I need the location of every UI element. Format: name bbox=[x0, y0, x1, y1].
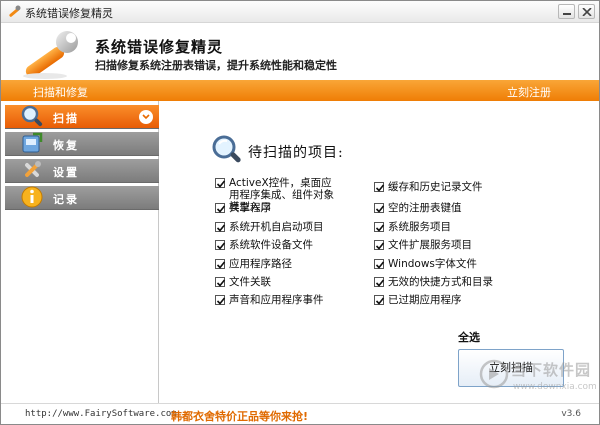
restore-icon bbox=[22, 132, 43, 153]
sidebar-item-scan[interactable]: 扫描 bbox=[5, 105, 159, 129]
checkbox-box[interactable] bbox=[374, 203, 385, 213]
checkbox-box[interactable] bbox=[215, 222, 226, 232]
app-subtitle: 扫描修复系统注册表错误，提升系统性能和稳定性 bbox=[95, 59, 337, 72]
sidebar-item-settings[interactable]: 设置 bbox=[5, 159, 159, 183]
checkbox-box[interactable] bbox=[215, 259, 226, 269]
wrench-logo-icon bbox=[23, 31, 78, 79]
sidebar-item-restore[interactable]: 恢复 bbox=[5, 132, 159, 156]
section-label: 扫描和修复 bbox=[33, 86, 88, 99]
minimize-icon bbox=[563, 13, 571, 15]
promo-link[interactable]: 韩都衣舍特价正品等你来抢! bbox=[171, 408, 308, 424]
app-wrench-icon bbox=[9, 5, 21, 17]
magnifier-icon bbox=[21, 105, 43, 127]
version-label: v3.6 bbox=[561, 409, 581, 419]
checkbox-label: 声音和应用程序事件 bbox=[229, 294, 324, 306]
checkbox-box[interactable] bbox=[215, 203, 226, 213]
website-link[interactable]: http://www.FairySoftware.com bbox=[25, 409, 177, 419]
close-button[interactable] bbox=[578, 4, 595, 19]
checkbox-label: 文件扩展服务项目 bbox=[388, 239, 472, 251]
checkbox-label: 缓存和历史记录文件 bbox=[388, 181, 483, 193]
sidebar-item-label: 记录 bbox=[53, 193, 79, 206]
checkbox-box[interactable] bbox=[215, 277, 226, 287]
checkbox-label: 已过期应用程序 bbox=[388, 294, 462, 306]
checkbox-box[interactable] bbox=[374, 277, 385, 287]
sidebar-item-label: 设置 bbox=[53, 166, 79, 179]
sidebar-item-label: 扫描 bbox=[53, 112, 79, 125]
section-bar: 扫描和修复 立刻注册 bbox=[1, 80, 599, 101]
sidebar: 扫描 恢复 设置 记录 bbox=[1, 101, 159, 403]
checkbox-box[interactable] bbox=[374, 240, 385, 250]
window-title: 系统错误修复精灵 bbox=[25, 7, 113, 20]
register-link[interactable]: 立刻注册 bbox=[507, 84, 551, 100]
checkbox-box[interactable] bbox=[374, 222, 385, 232]
watermark: 当下软件园 www.downxia.com bbox=[475, 355, 597, 403]
checkbox-label: 系统软件设备文件 bbox=[229, 239, 313, 251]
checkbox-box[interactable] bbox=[215, 295, 226, 305]
checkbox-label: 共享程序 bbox=[229, 202, 271, 214]
checkbox-box[interactable] bbox=[215, 240, 226, 250]
chevron-down-icon bbox=[139, 110, 153, 124]
sidebar-item-label: 恢复 bbox=[53, 139, 79, 152]
tools-icon bbox=[25, 161, 41, 177]
checkbox-label: 应用程序路径 bbox=[229, 258, 292, 270]
watermark-logo-icon bbox=[479, 359, 509, 389]
watermark-text: 当下软件园 bbox=[511, 361, 592, 379]
magnifier-icon bbox=[212, 135, 241, 163]
app-name: 系统错误修复精灵 bbox=[95, 38, 224, 56]
checkbox-box[interactable] bbox=[374, 295, 385, 305]
title-bar[interactable]: 系统错误修复精灵 bbox=[1, 1, 599, 23]
checkbox-label: Windows字体文件 bbox=[388, 258, 477, 270]
watermark-url: www.downxia.com bbox=[513, 382, 597, 392]
app-window: 系统错误修复精灵 系统错误修复精灵 扫描修复系统注册表错误，提升系统性能和稳定性… bbox=[0, 0, 600, 425]
app-header: 系统错误修复精灵 扫描修复系统注册表错误，提升系统性能和稳定性 bbox=[1, 24, 599, 80]
info-icon bbox=[21, 186, 43, 208]
status-footer: http://www.FairySoftware.com 韩都衣舍特价正品等你来… bbox=[1, 403, 599, 424]
checkbox-label: 文件关联 bbox=[229, 276, 271, 288]
sidebar-item-log[interactable]: 记录 bbox=[5, 186, 159, 210]
pending-title: 待扫描的项目: bbox=[248, 145, 344, 161]
close-icon bbox=[582, 8, 592, 16]
checkbox-label: 空的注册表键值 bbox=[388, 202, 462, 214]
checkbox-label: 系统开机自启动项目 bbox=[229, 221, 324, 233]
checkbox-label: 无效的快捷方式和目录 bbox=[388, 276, 493, 288]
checkbox-box[interactable] bbox=[374, 259, 385, 269]
window-controls bbox=[558, 4, 595, 19]
checkbox-label: 系统服务项目 bbox=[388, 221, 451, 233]
select-all-link[interactable]: 全选 bbox=[458, 329, 480, 345]
minimize-button[interactable] bbox=[558, 4, 575, 19]
checkbox-box[interactable] bbox=[374, 182, 385, 192]
checkbox-box[interactable] bbox=[215, 178, 226, 188]
